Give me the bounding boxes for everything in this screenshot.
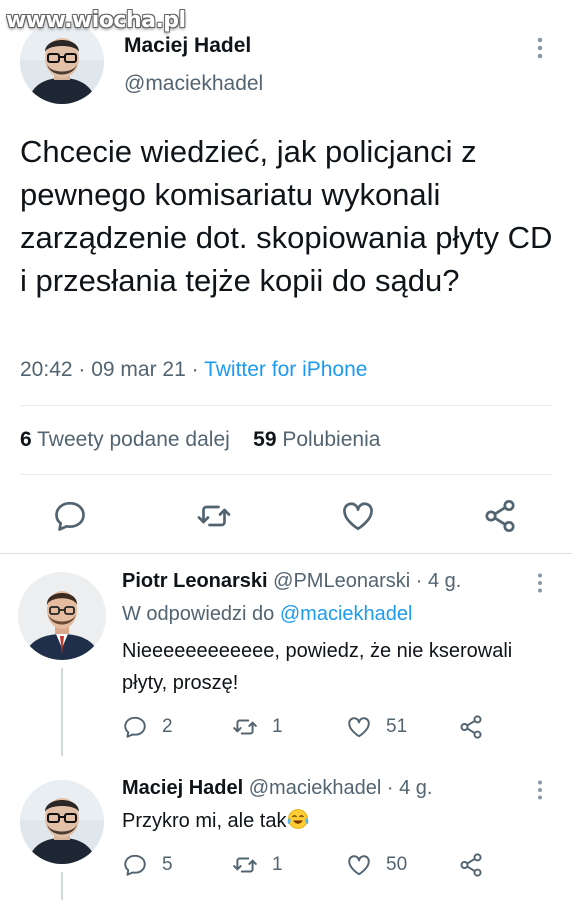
author-name[interactable]: Maciej Hadel [124,34,251,58]
reply-header: Maciej Hadel @maciekhadel · 4 g. [122,777,432,800]
reply-count: 5 [162,854,173,875]
tweet-meta: 20:42 · 09 mar 21 · Twitter for iPhone [20,358,367,382]
reply-to-label: W odpowiedzi do [122,603,280,625]
reply-action-share[interactable] [458,851,484,879]
retweet-count: 1 [272,716,283,737]
avatar[interactable] [20,780,104,864]
reply-to-mention[interactable]: @maciekhadel [280,603,413,625]
retweets-label: Tweety podane dalej [31,428,230,451]
reply-author-name[interactable]: Piotr Leonarski [122,570,268,592]
like-icon[interactable] [340,498,376,534]
tweet-source-link[interactable]: Twitter for iPhone [204,358,367,381]
reply-icon[interactable] [52,498,88,534]
tweet-timestamp: 20:42 · 09 mar 21 · [20,358,205,381]
reply-action-retweet[interactable]: 1 [232,713,283,741]
divider [20,405,552,406]
like-count: 50 [386,854,408,875]
reply-icon [124,854,146,876]
watermark-logo: www.wiocha.pl [6,8,186,33]
like-icon [348,855,370,876]
reply-action-like[interactable]: 50 [346,851,407,879]
reply-action-share[interactable] [458,713,484,741]
tweet-stats: 6 Tweety podane dalej 59 Polubienia [20,428,380,452]
reply-text: Przykro mi, ale tak [122,805,542,837]
reply-author-handle[interactable]: @PMLeonarski · 4 g. [268,570,461,592]
reply-text-content: Przykro mi, ale tak [122,810,287,832]
tears-of-joy-emoji-icon [286,808,310,830]
avatar[interactable] [18,572,106,660]
reply-author-name[interactable]: Maciej Hadel [122,777,243,799]
retweets-count: 6 [20,428,32,451]
likes-label: Polubienia [276,428,381,451]
reply-action-like[interactable]: 51 [346,713,407,741]
reply-text: Nieeeeeeeeeeee, powiedz, że nie kserowal… [122,640,513,694]
reply-author-handle[interactable]: @maciekhadel · 4 g. [243,777,433,799]
retweets-stat[interactable]: 6 Tweety podane dalej [20,428,230,451]
like-icon [348,717,370,738]
more-options-icon[interactable] [530,36,550,60]
share-icon [460,715,482,739]
divider [20,474,552,475]
more-options-icon[interactable] [532,779,548,801]
like-count: 51 [386,716,408,737]
thread-line [61,668,63,756]
section-divider [0,553,572,554]
reply-count: 2 [162,716,173,737]
likes-stat[interactable]: 59 Polubienia [253,428,380,451]
retweet-icon [233,719,257,735]
reply-to-line: W odpowiedzi do @maciekhadel [122,603,412,626]
reply-action-reply[interactable]: 5 [122,851,173,879]
reply-action-reply[interactable]: 2 [122,713,173,741]
tweet-text: Chcecie wiedzieć, jak policjanci z pewne… [20,134,553,298]
author-handle[interactable]: @maciekhadel [124,72,263,96]
retweet-icon [233,857,257,873]
thread-line [61,872,63,900]
reply-header: Piotr Leonarski @PMLeonarski · 4 g. [122,570,461,593]
share-icon[interactable] [482,498,518,534]
reply-action-retweet[interactable]: 1 [232,851,283,879]
reply-icon [124,716,146,738]
share-icon [460,853,482,877]
more-options-icon[interactable] [532,572,548,594]
retweet-count: 1 [272,854,283,875]
likes-count: 59 [253,428,277,451]
retweet-icon[interactable] [196,498,232,534]
